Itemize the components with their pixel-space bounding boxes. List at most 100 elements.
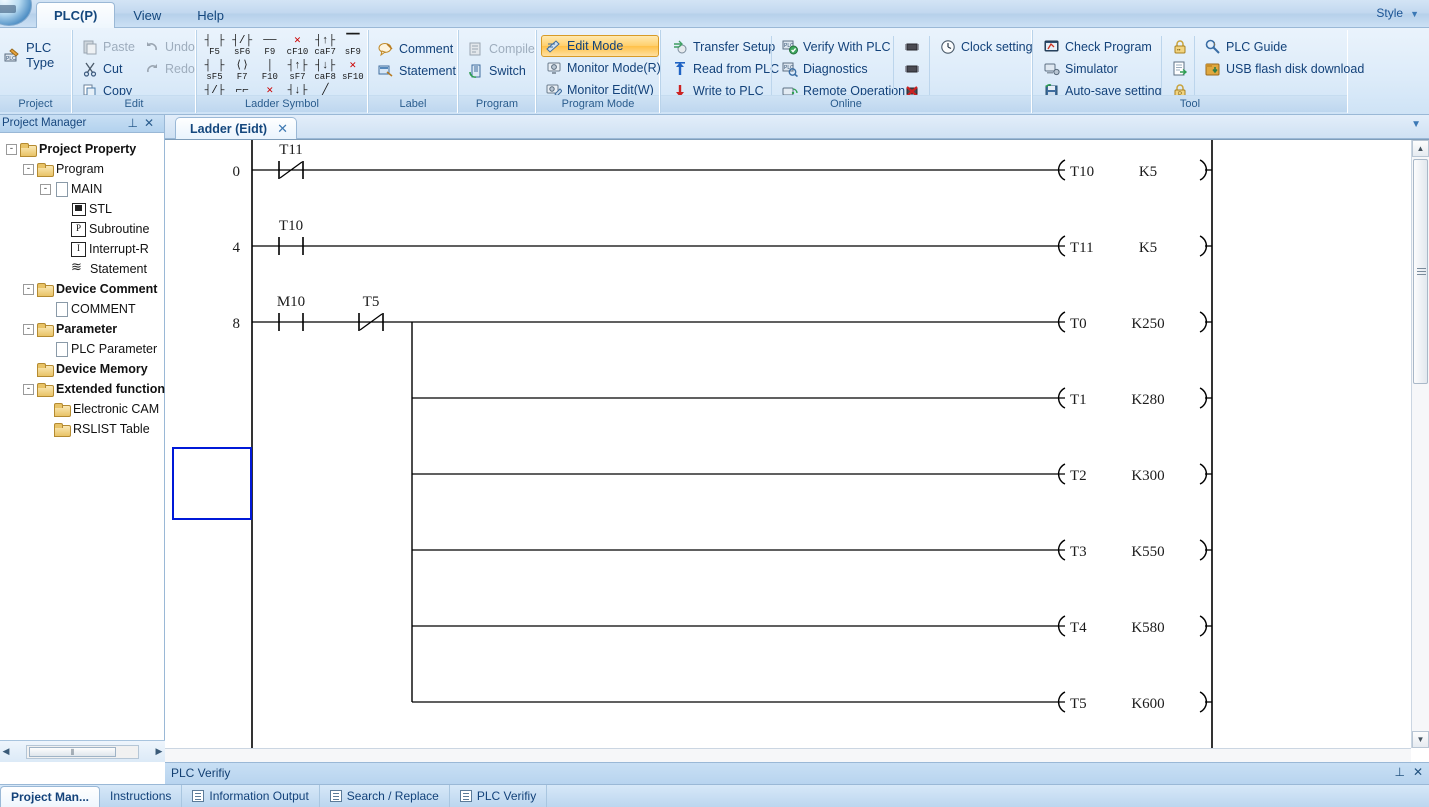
ladder-symbol-f7[interactable]: ⟨⟩F7 [229,59,256,84]
tree-item-interrupt-r[interactable]: IInterrupt-R [2,239,164,259]
close-icon[interactable]: ✕ [144,116,160,130]
close-icon[interactable]: ✕ [277,121,288,137]
bottom-tab-search-replace[interactable]: Search / Replace [320,785,450,807]
plc-guide-button[interactable]: i PLC Guide [1200,36,1371,58]
tree-item-subroutine[interactable]: PSubroutine [2,219,164,239]
plc-chip-button-2[interactable] [899,58,927,80]
plc-chip-button-1[interactable] [899,36,927,58]
plc-guide-icon: i [1205,39,1221,55]
tree-item-stl[interactable]: STL [2,199,164,219]
scroll-up-arrow[interactable]: ▲ [1412,140,1429,157]
ladder-symbol-sf5[interactable]: ┤ ├sF5 [201,59,228,84]
sidebar-horizontal-scrollbar[interactable]: ◀ ⦀ ▶ [0,740,165,762]
ladder-canvas[interactable]: 0T11T10K54T10T11K58M10T5T0K250T1K280T2K3… [165,140,1411,748]
tree-item-label: Interrupt-R [89,242,149,256]
transfer-setup-icon [672,39,688,55]
scroll-left-arrow[interactable]: ◀ [0,746,12,757]
project-manager-header: Project Manager ⊥✕ [0,115,164,133]
tree-item-main[interactable]: -MAIN [2,179,164,199]
tree-item-project-property[interactable]: -Project Property [2,139,164,159]
check-program-button[interactable]: Check Program [1039,36,1169,58]
scroll-right-arrow[interactable]: ▶ [153,746,165,757]
chevron-down-icon[interactable]: ▼ [1411,119,1421,130]
bottom-tab-information-output[interactable]: Information Output [182,785,319,807]
ladder-symbol-sf7[interactable]: ┤↑├sF7 [284,59,311,84]
tree-item-electronic-cam[interactable]: Electronic CAM [2,399,164,419]
ladder-symbol-sf6[interactable]: ┤/├sF6 [229,34,256,59]
tree-item-rslist-table[interactable]: RSLIST Table [2,419,164,439]
redo-button[interactable]: Redo [139,58,202,80]
tree-expander-icon[interactable]: - [23,324,34,335]
edit-mode-button[interactable]: Edit Mode [541,35,659,57]
menu-tab-plcp[interactable]: PLC(P) [36,2,115,30]
ladder-symbol-shortcut: sF5 [206,72,222,82]
tree-item-extended-function[interactable]: -Extended function [2,379,164,399]
monitor-mode-button[interactable]: Monitor Mode(R) [541,57,659,79]
simulator-button[interactable]: Simulator [1039,58,1169,80]
close-icon[interactable]: ✕ [1413,765,1423,779]
tree-item-label: COMMENT [71,302,136,316]
export-document-button[interactable] [1167,58,1195,80]
paste-label: Paste [103,40,135,54]
undo-button[interactable]: Undo [139,36,202,58]
tree-expander-icon[interactable]: - [40,184,51,195]
ladder-symbol-glyph-icon: ┤/├ [232,35,252,47]
ladder-symbol-cf10[interactable]: ✕cF10 [284,34,311,59]
compile-label: Compile [489,42,535,56]
ladder-selection-cursor[interactable] [172,447,252,520]
clock-setting-button[interactable]: Clock setting [935,36,1040,58]
tree-item-statement[interactable]: Statement [2,259,164,279]
diagnostics-button[interactable]: PLC Diagnostics [777,58,912,80]
app-orb-button[interactable] [0,0,32,26]
svg-text:T2: T2 [1070,468,1087,484]
verify-with-plc-icon: PLC [782,39,798,55]
ladder-symbol-caf7[interactable]: ┤↑├caF7 [312,34,339,59]
tree-expander-icon[interactable]: - [6,144,17,155]
pin-icon[interactable]: ⊥ [1394,765,1404,779]
paste-button[interactable]: Paste [77,36,142,58]
statement-button[interactable]: Statement [373,60,457,82]
ladder-symbol-sf10[interactable]: ✕sF10 [339,59,366,84]
tree-expander-icon[interactable]: - [23,164,34,175]
usb-flash-disk-download-button[interactable]: USB flash disk download [1200,58,1371,80]
tree-item-parameter[interactable]: -Parameter [2,319,164,339]
plc-type-button[interactable]: PLC PLC Type [0,36,71,74]
svg-text:T11: T11 [1070,240,1094,256]
scrollbar-thumb[interactable]: ⦀ [29,747,116,757]
tree-item-program[interactable]: -Program [2,159,164,179]
tree-item-comment[interactable]: COMMENT [2,299,164,319]
folder-icon [37,383,53,396]
comment-button[interactable]: Comment [373,38,457,60]
ladder-symbol-f10[interactable]: │F10 [256,59,283,84]
bottom-tab-instructions[interactable]: Instructions [100,785,182,807]
pin-icon[interactable]: ⊥ [127,116,143,130]
canvas-horizontal-scrollbar[interactable] [165,748,1411,762]
switch-button[interactable]: Switch [463,60,535,82]
bottom-tab-project-man-[interactable]: Project Man... [0,786,100,807]
tree-expander-icon[interactable]: - [23,284,34,295]
compile-button[interactable]: Compile [463,38,535,60]
transfer-setup-button[interactable]: Transfer Setup [667,36,786,58]
ladder-symbol-caf8[interactable]: ┤↓├caF8 [312,59,339,84]
bottom-tab-plc-verifiy[interactable]: PLC Verifiy [450,785,547,807]
canvas-vertical-scrollbar[interactable]: ▲ ▼ [1411,140,1429,748]
menu-tab-help[interactable]: Help [179,2,242,30]
tree-item-device-comment[interactable]: -Device Comment [2,279,164,299]
read-from-plc-button[interactable]: Read from PLC [667,58,786,80]
tab-ladder-edit[interactable]: Ladder (Eidt) ✕ [175,117,297,139]
password-lock-button[interactable]: •• [1167,36,1195,58]
cut-button[interactable]: Cut [77,58,142,80]
style-selector[interactable]: Style▼ [1376,6,1419,20]
verify-with-plc-button[interactable]: PLC Verify With PLC [777,36,912,58]
ladder-symbol-f5[interactable]: ┤ ├F5 [201,34,228,59]
scrollbar-track[interactable]: ⦀ [26,745,139,759]
menu-tab-view[interactable]: View [115,2,179,30]
title-bar: PLC(P)ViewHelp Style▼ [0,0,1429,28]
ladder-symbol-f9[interactable]: ──F9 [256,34,283,59]
tree-item-device-memory[interactable]: Device Memory [2,359,164,379]
scroll-down-arrow[interactable]: ▼ [1412,731,1429,748]
tree-item-plc-parameter[interactable]: PLC Parameter [2,339,164,359]
tree-expander-icon[interactable]: - [23,384,34,395]
ladder-symbol-sf9[interactable]: ▔▔sF9 [339,34,366,59]
vertical-scrollbar-thumb[interactable] [1413,159,1428,384]
